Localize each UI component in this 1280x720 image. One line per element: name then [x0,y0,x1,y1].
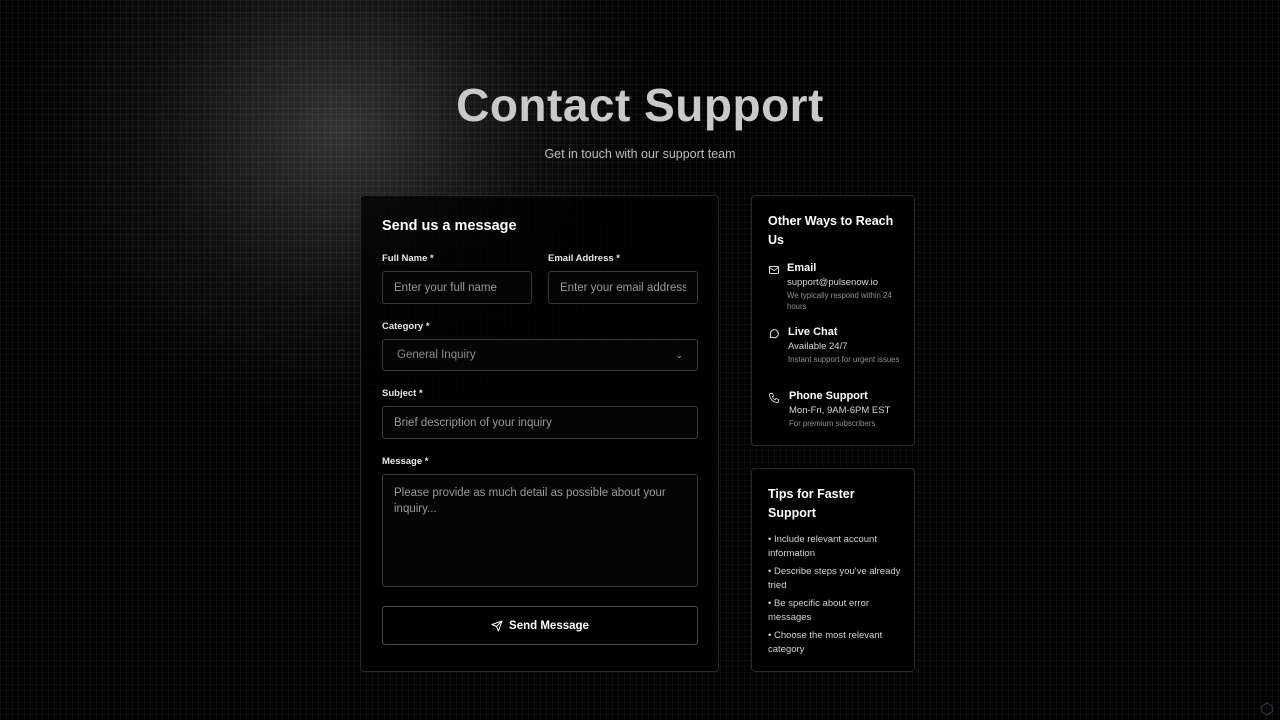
tips-card: Tips for Faster Support Include relevant… [751,468,915,672]
contact-item-phone: Phone Support Mon-Fri, 9AM-6PM EST For p… [768,390,913,430]
chevron-down-icon: ⌄ [675,349,683,360]
contact-chat-note: Instant support for urgent issues [788,355,900,364]
contact-form-card: Send us a message Full Name * Email Addr… [360,195,719,672]
category-label: Category * [382,321,430,332]
other-ways-title: Other Ways to Reach Us [768,214,894,247]
contact-phone-name: Phone Support [789,390,868,402]
email-input[interactable] [548,271,698,304]
full-name-label: Full Name * [382,253,434,264]
message-label: Message * [382,456,429,467]
subject-label: Subject * [382,388,423,399]
contact-item-live-chat[interactable]: Live Chat Available 24/7 Instant support… [768,326,913,378]
watermark-logo [1260,702,1274,716]
contact-item-email: Email support@pulsenow.io We typically r… [768,262,913,314]
page-title: Contact Support [456,79,824,131]
email-label: Email Address * [548,253,620,264]
page-subtitle: Get in touch with our support team [544,147,736,161]
tip-item: Include relevant account information [768,533,903,560]
subject-input[interactable] [382,406,698,439]
message-textarea[interactable] [382,474,698,587]
contact-phone-value: Mon-Fri, 9AM-6PM EST [789,405,891,416]
tip-item: Be specific about error messages [768,597,903,624]
hexagon-logo-icon [1261,702,1273,716]
send-message-button[interactable]: Send Message [382,606,698,645]
form-title: Send us a message [382,218,517,234]
tip-item: Describe steps you've already tried [768,565,903,592]
category-select[interactable]: General Inquiry ⌄ [382,339,698,371]
mail-icon [769,266,779,274]
send-icon [491,620,503,631]
contact-email-value[interactable]: support@pulsenow.io [787,277,913,288]
phone-icon [769,393,779,403]
other-ways-card: Other Ways to Reach Us Email support@pul… [751,195,915,446]
contact-chat-name: Live Chat [788,326,838,338]
contact-chat-value: Available 24/7 [788,341,848,352]
contact-email-name: Email [787,262,817,274]
contact-phone-note: For premium subscribers [789,419,876,428]
tips-list: Include relevant account information Des… [768,533,903,661]
tip-item: Choose the most relevant category [768,629,903,656]
contact-email-note: We typically respond within 24 hours [787,291,892,311]
chat-icon [769,329,779,339]
contact-support-page: Contact Support Get in touch with our su… [0,0,1280,720]
full-name-input[interactable] [382,271,532,304]
category-selected-value: General Inquiry [397,349,476,361]
tips-title: Tips for Faster Support [768,487,855,520]
send-message-label: Send Message [509,619,589,632]
